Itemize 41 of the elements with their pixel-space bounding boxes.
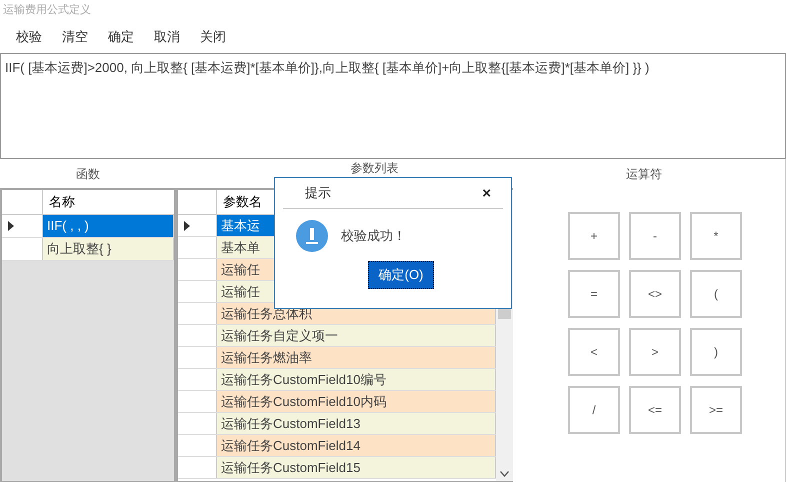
table-cell[interactable]: 运输任务CustomField15	[217, 457, 496, 478]
operator-button[interactable]: -	[629, 212, 681, 260]
operator-button[interactable]: /	[568, 386, 620, 434]
scroll-down-icon[interactable]	[500, 471, 509, 477]
window-title: 运输费用公式定义	[2, 2, 92, 18]
table-cell[interactable]: 运输任务自定义项一	[217, 325, 496, 346]
column-header: 名称	[48, 193, 76, 212]
close-button[interactable]: ×	[482, 186, 491, 200]
panel-label: 运算符	[626, 166, 662, 182]
operator-button[interactable]: =	[568, 270, 620, 318]
toolbar-button[interactable]: 确定	[100, 24, 142, 48]
dialog-title: 提示	[305, 184, 331, 202]
column-header: 参数名	[223, 193, 262, 212]
row-pointer-icon	[8, 221, 14, 231]
operator-button[interactable]: >=	[690, 386, 742, 434]
table-cell[interactable]: 运输任务CustomField13	[217, 413, 496, 434]
formula-field[interactable]: IIF( [基本运费]>2000, 向上取整{ [基本运费]*[基本单价]},向上取整{ [基本单价]+向上取整{[基本运费]*[基本单价] }} )	[0, 53, 786, 159]
table-cell[interactable]: 运输任务CustomField10内码	[217, 391, 496, 412]
row-pointer-icon	[184, 220, 190, 230]
operator-button[interactable]: <=	[629, 386, 681, 434]
dialog-message: 校验成功！	[341, 227, 406, 246]
operator-button[interactable]: *	[690, 212, 742, 260]
table-cell[interactable]: IIF( , , )	[43, 215, 174, 237]
panel-label: 参数列表	[350, 160, 398, 177]
info-icon	[295, 219, 329, 253]
operator-button[interactable]: +	[568, 212, 620, 260]
ok-button[interactable]: 确定(O)	[368, 261, 434, 289]
table-cell[interactable]: 运输任务燃油率	[217, 347, 496, 368]
operator-button[interactable]: )	[690, 328, 742, 376]
toolbar-button[interactable]: 取消	[146, 24, 188, 48]
panel-label: 函数	[76, 166, 100, 182]
table-cell[interactable]: 向上取整{ }	[43, 238, 174, 260]
table-cell[interactable]: 运输任务CustomField14	[217, 435, 496, 456]
toolbar-button[interactable]: 校验	[8, 24, 50, 48]
operator-button[interactable]: (	[690, 270, 742, 318]
operator-button[interactable]: <>	[629, 270, 681, 318]
table-cell[interactable]: 运输任务CustomField10编号	[217, 369, 496, 390]
operator-button[interactable]: <	[568, 328, 620, 376]
toolbar-button[interactable]: 清空	[54, 24, 96, 48]
toolbar-button[interactable]: 关闭	[192, 24, 234, 48]
operator-button[interactable]: >	[629, 328, 681, 376]
